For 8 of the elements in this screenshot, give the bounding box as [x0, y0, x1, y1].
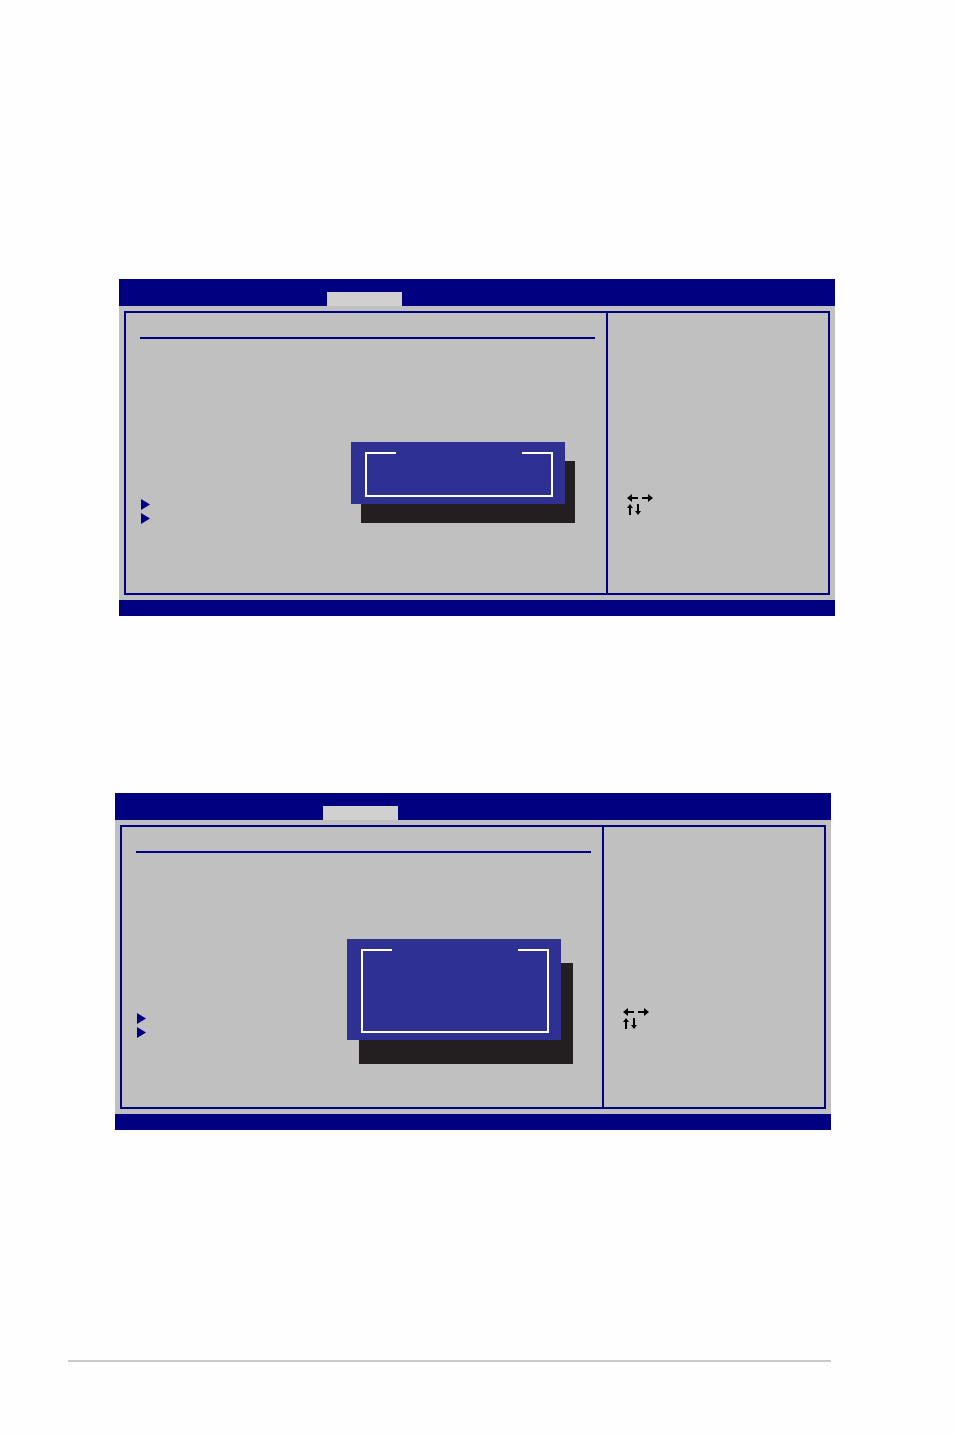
menu-tab[interactable]	[327, 292, 402, 306]
menu-tab[interactable]	[323, 806, 398, 820]
submenu-arrow-icon	[141, 513, 150, 524]
submenu-arrow-icon	[137, 1013, 146, 1024]
submenu-arrow-icon	[137, 1027, 146, 1038]
submenu-arrow-icon	[141, 499, 150, 510]
navigation-keys-icon	[627, 494, 653, 516]
navigation-keys-icon	[623, 1008, 649, 1030]
